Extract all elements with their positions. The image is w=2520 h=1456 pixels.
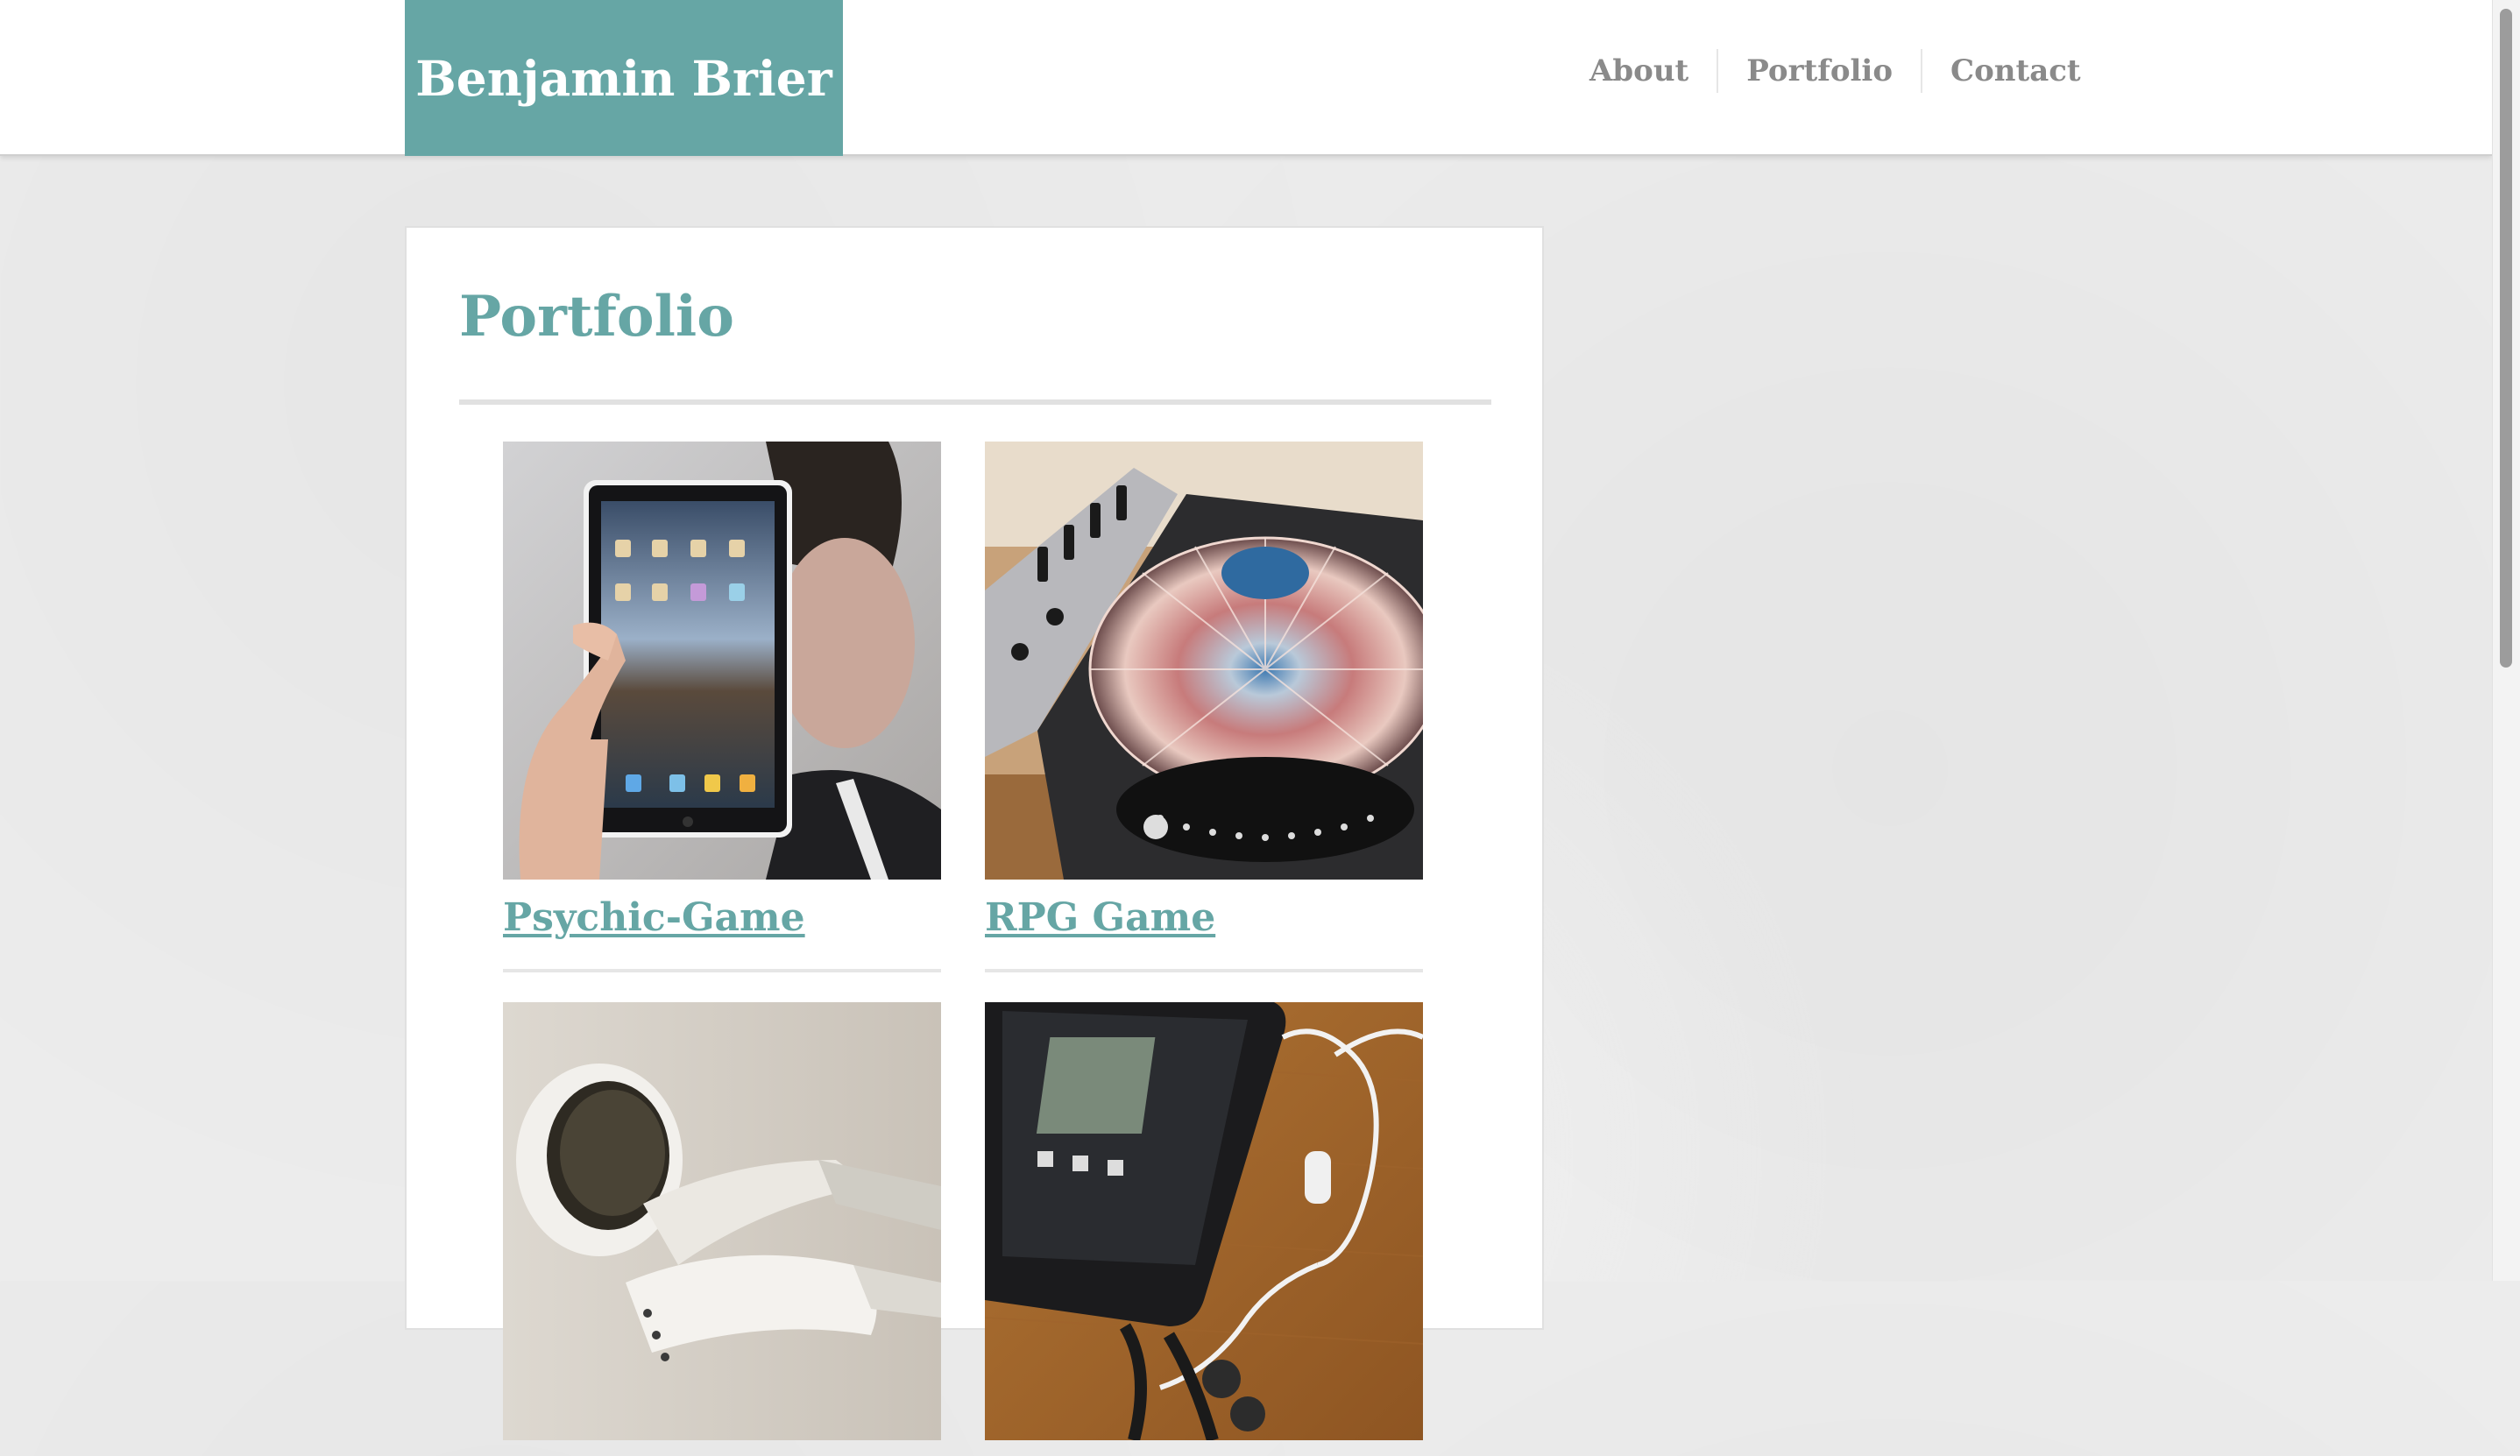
portfolio-item: Psychic-Game: [503, 442, 941, 972]
page-title: Portfolio: [459, 284, 734, 350]
portfolio-item: [985, 1002, 1423, 1456]
site-header: Benjamin Brier About Portfolio Contact: [0, 0, 2492, 156]
tile-divider: [985, 969, 1423, 972]
main-nav: About Portfolio Contact: [1577, 49, 2109, 93]
portfolio-item-title[interactable]: Psychic-Game: [503, 895, 941, 942]
scrollbar-thumb[interactable]: [2500, 9, 2512, 668]
nav-item-about[interactable]: About: [1577, 49, 1717, 93]
site-logo[interactable]: Benjamin Brier: [405, 0, 843, 156]
thumbnail-tablet-image[interactable]: [503, 442, 941, 880]
site-name[interactable]: Benjamin Brier: [415, 50, 832, 107]
nav-item-portfolio[interactable]: Portfolio: [1717, 49, 1921, 93]
portfolio-item-title[interactable]: RPG Game: [985, 895, 1423, 942]
portfolio-item: [503, 1002, 941, 1456]
thumbnail-turntable-image[interactable]: [985, 442, 1423, 880]
title-divider: [459, 399, 1491, 405]
portfolio-item: RPG Game: [985, 442, 1423, 972]
tile-divider: [503, 969, 941, 972]
content-card: Portfolio Psychic-Game RPG Game: [405, 226, 1544, 1440]
page-scrollbar[interactable]: [2492, 0, 2520, 1281]
thumbnail-phone-image[interactable]: [985, 1002, 1423, 1440]
nav-item-contact[interactable]: Contact: [1921, 49, 2109, 93]
thumbnail-earbuds-image[interactable]: [503, 1002, 941, 1440]
